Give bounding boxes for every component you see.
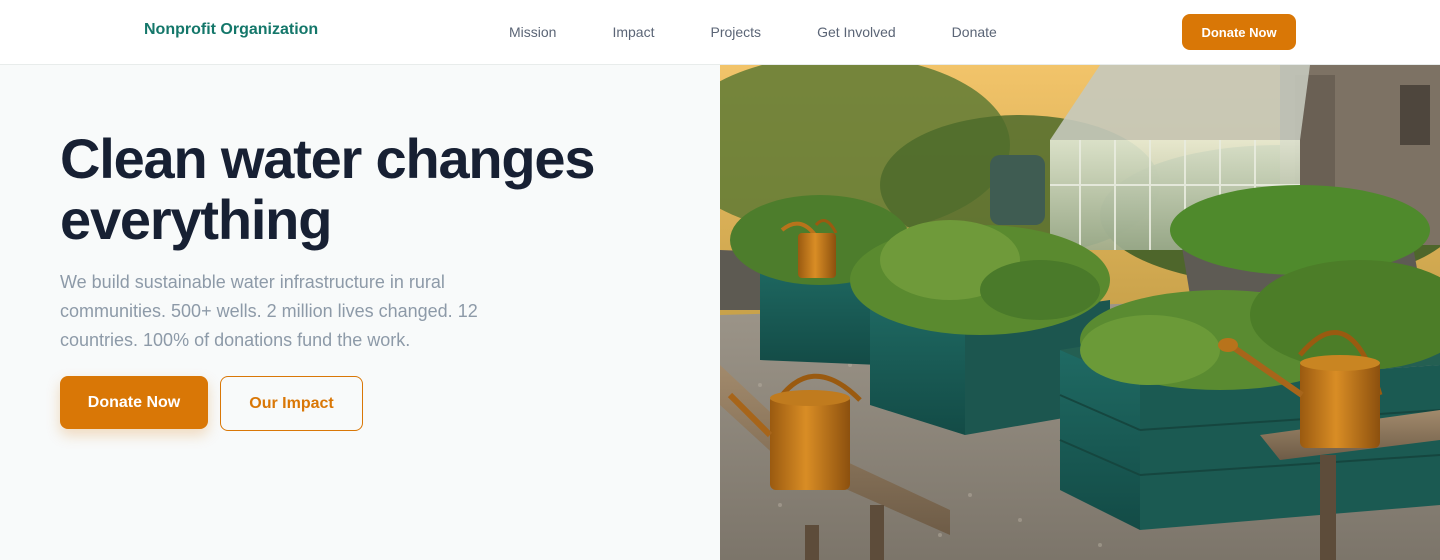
- nav-donate-now-button[interactable]: Donate Now: [1182, 14, 1296, 50]
- brand-logo-text[interactable]: Nonprofit Organization: [144, 21, 318, 39]
- hero-headline-line-2: everything: [60, 188, 332, 251]
- hero-headline-line-1: Clean water changes: [60, 127, 596, 190]
- nav-link-mission[interactable]: Mission: [509, 24, 556, 40]
- nav-links: Mission Impact Projects Get Involved Don…: [509, 24, 1053, 40]
- nav-link-projects[interactable]: Projects: [710, 24, 761, 40]
- hero-subtext: We build sustainable water infrastructur…: [60, 272, 478, 350]
- hero-garden-image: [720, 65, 1440, 560]
- nav-link-get-involved[interactable]: Get Involved: [817, 24, 896, 40]
- hero-donate-now-button[interactable]: Donate Now: [60, 376, 208, 429]
- top-navigation: Nonprofit Organization Mission Impact Pr…: [0, 0, 1440, 65]
- nav-link-impact[interactable]: Impact: [612, 24, 654, 40]
- hero-our-impact-button[interactable]: Our Impact: [220, 376, 363, 431]
- nav-link-donate[interactable]: Donate: [952, 24, 997, 40]
- hero-headline: Clean water changes everything: [60, 128, 680, 250]
- hero-content: Clean water changes everything We build …: [0, 65, 720, 560]
